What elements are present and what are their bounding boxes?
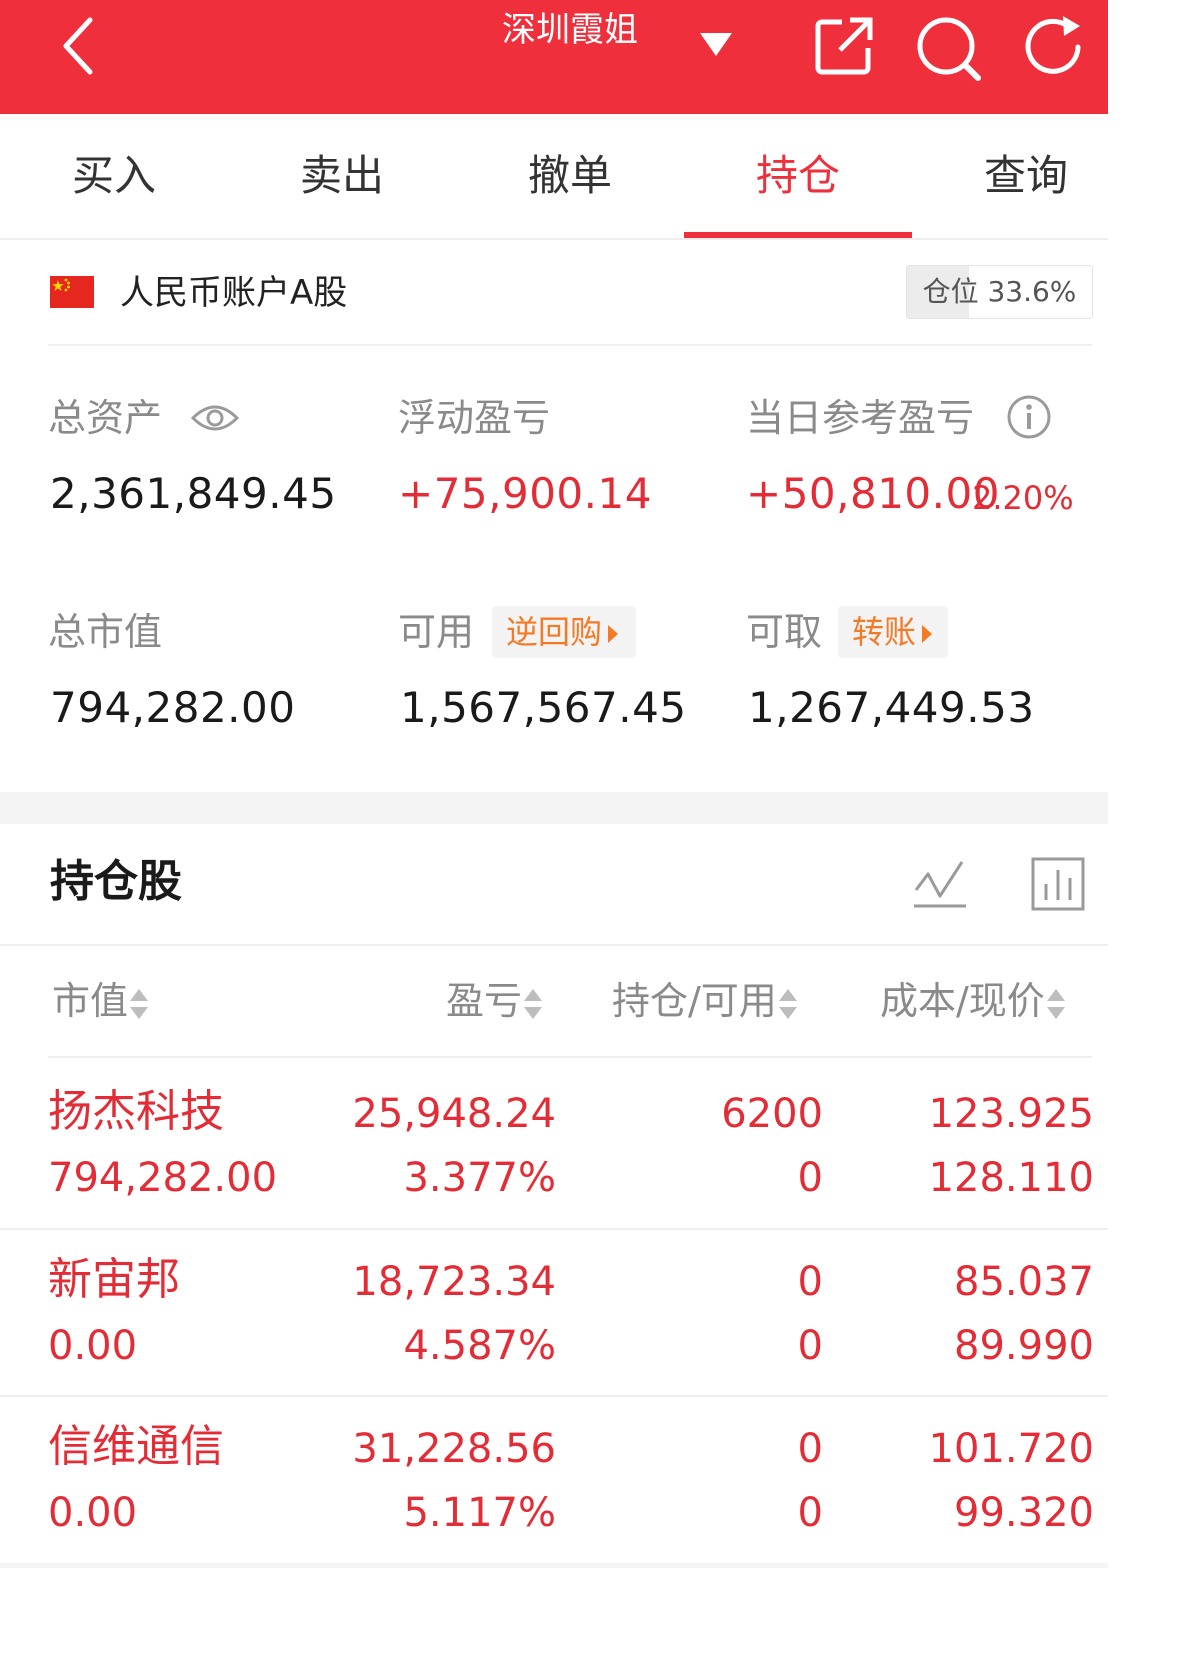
stock-market-value: 0.00 xyxy=(48,1323,138,1369)
stock-pl: 18,723.34 xyxy=(352,1259,556,1305)
trade-tabs: 买入 卖出 撤单 持仓 查询 xyxy=(0,114,1108,240)
transfer-button[interactable]: 转账 xyxy=(838,606,948,658)
total-assets-value: 2,361,849.45 xyxy=(50,469,337,518)
chevron-down-icon[interactable] xyxy=(698,30,734,58)
tab-cancel[interactable]: 撤单 xyxy=(456,114,684,238)
stock-available: 0 xyxy=(797,1490,823,1536)
daily-pl-label: 当日参考盈亏 xyxy=(746,396,975,440)
divider xyxy=(48,1056,1092,1058)
stock-price: 128.110 xyxy=(928,1155,1094,1201)
floating-pl-label: 浮动盈亏 xyxy=(398,396,551,440)
stock-pl: 31,228.56 xyxy=(352,1426,556,1472)
holding-row[interactable]: 新宙邦 0.00 18,723.34 4.587% 0 0 85.037 89.… xyxy=(0,1230,1108,1398)
transfer-label: 转账 xyxy=(852,613,917,651)
tab-positions[interactable]: 持仓 xyxy=(684,114,912,238)
withdrawable-value: 1,267,449.53 xyxy=(748,683,1035,732)
stock-holding: 0 xyxy=(797,1259,823,1305)
caret-right-icon xyxy=(608,625,619,643)
stock-price: 99.320 xyxy=(954,1490,1094,1536)
holdings-title: 持仓股 xyxy=(50,856,182,907)
caret-right-icon xyxy=(922,625,933,643)
info-icon[interactable] xyxy=(1006,394,1052,440)
stock-available: 0 xyxy=(797,1323,823,1369)
tab-buy[interactable]: 买入 xyxy=(0,114,228,238)
top-bar: 深圳霞姐 xyxy=(0,0,1108,114)
china-flag-icon xyxy=(50,276,94,308)
available-value: 1,567,567.45 xyxy=(400,683,687,732)
back-icon[interactable] xyxy=(56,14,100,78)
col-header-pl[interactable]: 盈亏 xyxy=(446,974,543,1028)
divider xyxy=(0,944,1108,946)
search-icon[interactable] xyxy=(912,12,984,84)
stock-pl: 25,948.24 xyxy=(352,1091,556,1137)
stock-available: 0 xyxy=(797,1155,823,1201)
market-value-label: 总市值 xyxy=(48,610,163,654)
section-separator xyxy=(0,792,1108,824)
share-icon[interactable] xyxy=(812,14,876,78)
col-header-cost-price[interactable]: 成本/现价 xyxy=(880,974,1065,1028)
position-ratio-label: 仓位 33.6% xyxy=(922,275,1077,308)
daily-pl-value: +50,810.00 xyxy=(746,469,1000,518)
stock-pl-percent: 3.377% xyxy=(403,1155,556,1201)
floating-pl-value: +75,900.14 xyxy=(398,469,652,518)
divider xyxy=(48,344,1092,346)
market-value-value: 794,282.00 xyxy=(50,683,296,732)
account-type-label: 人民币账户A股 xyxy=(120,273,348,313)
withdrawable-label: 可取 xyxy=(746,610,823,654)
position-ratio-badge: 仓位 33.6% xyxy=(906,265,1093,319)
stock-cost: 101.720 xyxy=(928,1426,1094,1472)
col-header-label: 持仓/可用 xyxy=(612,979,777,1023)
stock-pl-percent: 4.587% xyxy=(403,1323,556,1369)
reverse-repo-label: 逆回购 xyxy=(506,613,603,651)
stock-holding: 6200 xyxy=(721,1091,823,1137)
col-header-market-value[interactable]: 市值 xyxy=(52,974,149,1028)
divider xyxy=(0,1563,1108,1568)
holding-row[interactable]: 信维通信 0.00 31,228.56 5.117% 0 0 101.720 9… xyxy=(0,1397,1108,1565)
tab-sell[interactable]: 卖出 xyxy=(228,114,456,238)
sort-icon xyxy=(778,987,797,1021)
col-header-label: 成本/现价 xyxy=(880,979,1045,1023)
total-assets-label: 总资产 xyxy=(48,396,163,440)
refresh-icon[interactable] xyxy=(1018,12,1088,82)
daily-pl-percent: 2.20% xyxy=(972,479,1074,517)
col-header-label: 市值 xyxy=(52,979,129,1023)
stock-name: 扬杰科技 xyxy=(48,1086,224,1137)
holding-row[interactable]: 扬杰科技 794,282.00 25,948.24 3.377% 6200 0 … xyxy=(0,1062,1108,1230)
bar-chart-icon[interactable] xyxy=(1030,856,1086,912)
stock-name: 新宙邦 xyxy=(48,1254,180,1305)
stock-name: 信维通信 xyxy=(48,1421,224,1472)
stock-cost: 85.037 xyxy=(954,1259,1094,1305)
sort-icon xyxy=(1046,987,1065,1021)
account-name-title[interactable]: 深圳霞姐 xyxy=(470,6,670,54)
eye-icon[interactable] xyxy=(190,398,240,438)
stock-cost: 123.925 xyxy=(928,1091,1094,1137)
line-chart-icon[interactable] xyxy=(912,856,968,912)
col-header-holding[interactable]: 持仓/可用 xyxy=(612,974,797,1028)
col-header-label: 盈亏 xyxy=(446,979,523,1023)
tab-query[interactable]: 查询 xyxy=(912,114,1140,238)
stock-market-value: 0.00 xyxy=(48,1490,138,1536)
stock-price: 89.990 xyxy=(954,1323,1094,1369)
available-label: 可用 xyxy=(398,610,475,654)
stock-holding: 0 xyxy=(797,1426,823,1472)
sort-icon xyxy=(130,987,149,1021)
reverse-repo-button[interactable]: 逆回购 xyxy=(492,606,636,658)
active-tab-indicator xyxy=(684,232,912,238)
stock-market-value: 794,282.00 xyxy=(48,1155,278,1201)
stock-pl-percent: 5.117% xyxy=(403,1490,556,1536)
sort-icon xyxy=(524,987,543,1021)
